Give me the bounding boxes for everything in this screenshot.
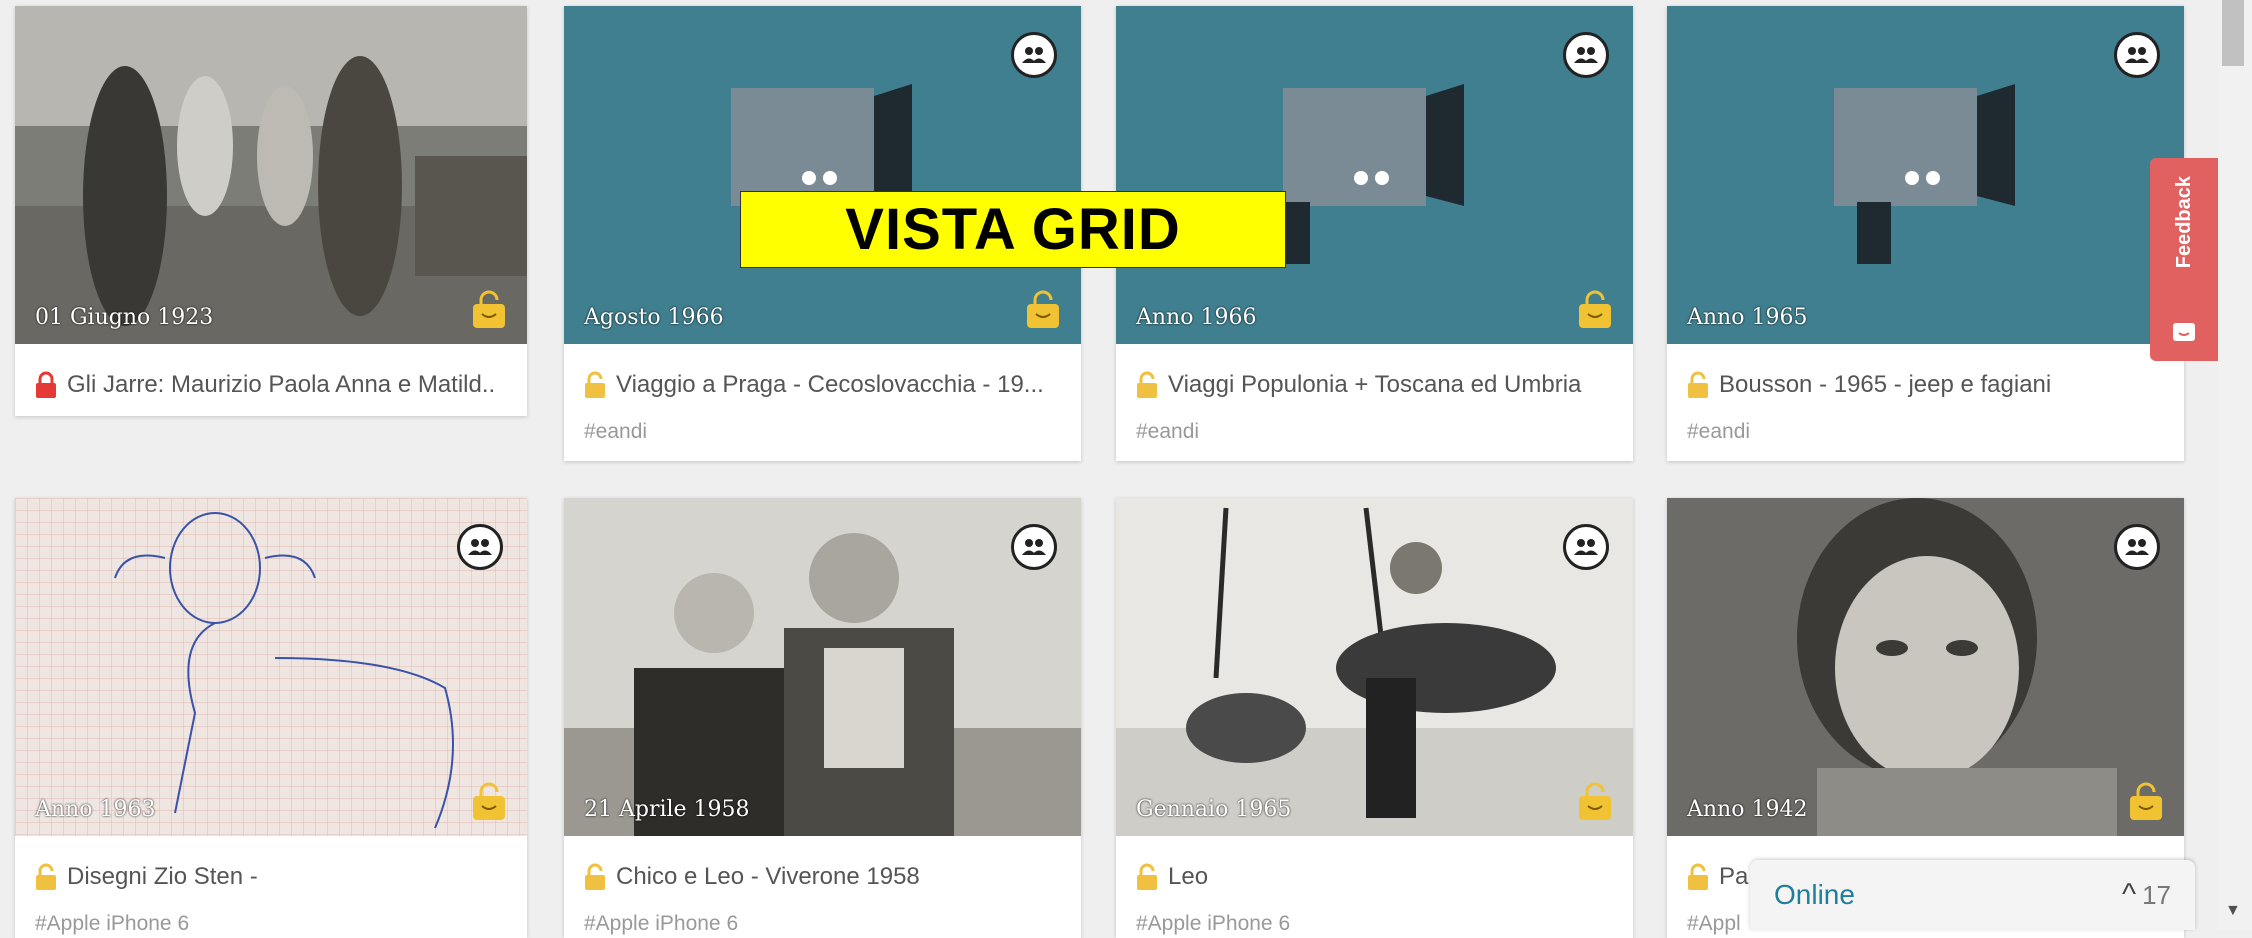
album-tag[interactable]: #eandi: [584, 420, 647, 444]
feedback-icon: [2173, 323, 2195, 341]
lock-open-icon: [1137, 863, 1157, 890]
lock-open-icon: [585, 371, 605, 398]
people-icon[interactable]: [2114, 32, 2160, 78]
album-date: Anno 1965: [1687, 305, 1808, 330]
lock-badge-icon: [2130, 782, 2162, 820]
chat-widget[interactable]: Online ^ 17: [1750, 860, 2195, 930]
album-title: Viaggio a Praga - Cecoslovacchia - 19...: [616, 371, 1044, 398]
album-card[interactable]: Gennaio 1965 Leo #Apple iPhone 6: [1116, 498, 1633, 938]
scroll-down-icon[interactable]: ▼: [2225, 902, 2241, 920]
album-date: Anno 1963: [35, 797, 156, 822]
video-placeholder-icon: [1834, 84, 2015, 264]
album-card[interactable]: 21 Aprile 1958 Chico e Leo - Viverone 19…: [564, 498, 1081, 938]
album-title: Gli Jarre: Maurizio Paola Anna e Matild.…: [67, 371, 496, 398]
people-icon[interactable]: [1011, 32, 1057, 78]
feedback-label: Feedback: [2172, 176, 2195, 269]
album-title-row[interactable]: Disegni Zio Sten -: [35, 862, 507, 892]
chat-expand-icon[interactable]: ^: [2122, 878, 2136, 912]
lock-badge-icon: [473, 782, 505, 820]
chat-status: Online: [1774, 879, 1855, 910]
album-title-row[interactable]: Chico e Leo - Viverone 1958: [584, 862, 1061, 892]
video-placeholder-icon: [731, 84, 912, 264]
people-icon[interactable]: [2114, 524, 2160, 570]
album-title: Viaggi Populonia + Toscana ed Umbria: [1168, 371, 1582, 398]
photo-image: [1116, 498, 1633, 836]
album-title-row[interactable]: Viaggio a Praga - Cecoslovacchia - 19...: [584, 370, 1061, 400]
lock-open-icon: [1688, 371, 1708, 398]
album-date: 21 Aprile 1958: [584, 797, 750, 822]
lock-open-icon: [585, 863, 605, 890]
album-thumbnail[interactable]: Anno 1965: [1667, 6, 2184, 344]
album-date: Agosto 1966: [584, 305, 724, 330]
album-thumbnail[interactable]: Anno 1966: [1116, 6, 1633, 344]
album-title: Chico e Leo - Viverone 1958: [616, 863, 920, 890]
people-icon[interactable]: [1563, 32, 1609, 78]
lock-badge-icon: [1579, 290, 1611, 328]
album-card[interactable]: Anno 1963 Disegni Zio Sten - #Apple iPho…: [15, 498, 527, 938]
people-icon[interactable]: [457, 524, 503, 570]
photo-image: [15, 6, 527, 344]
album-title-row[interactable]: Bousson - 1965 - jeep e fagiani: [1687, 370, 2164, 400]
video-placeholder-icon: [1276, 84, 1464, 264]
album-tag[interactable]: #Appl: [1687, 912, 1741, 936]
album-title: Bousson - 1965 - jeep e fagiani: [1719, 371, 2052, 398]
album-card[interactable]: Anno 1965 Bousson - 1965 - jeep e fagian…: [1667, 6, 2184, 461]
album-title-row[interactable]: Leo: [1136, 862, 1613, 892]
vista-grid-label: VISTA GRID: [740, 191, 1286, 268]
lock-badge-icon: [1027, 290, 1059, 328]
people-icon[interactable]: [1563, 524, 1609, 570]
album-thumbnail[interactable]: Anno 1963: [15, 498, 527, 836]
album-title-row[interactable]: Viaggi Populonia + Toscana ed Umbria: [1136, 370, 1613, 400]
feedback-tab[interactable]: Feedback: [2150, 158, 2218, 361]
album-date: Anno 1942: [1687, 797, 1808, 822]
drawing-image: [15, 498, 527, 836]
album-date: Gennaio 1965: [1136, 797, 1292, 822]
album-tag[interactable]: #Apple iPhone 6: [1136, 912, 1290, 936]
people-icon[interactable]: [1011, 524, 1057, 570]
lock-badge-icon: [1579, 782, 1611, 820]
album-tag[interactable]: #eandi: [1136, 420, 1199, 444]
album-title-row[interactable]: Gli Jarre: Maurizio Paola Anna e Matild.…: [35, 370, 507, 400]
album-thumbnail[interactable]: 21 Aprile 1958: [564, 498, 1081, 836]
album-thumbnail[interactable]: Agosto 1966: [564, 6, 1081, 344]
album-thumbnail[interactable]: Anno 1942: [1667, 498, 2184, 836]
album-tag[interactable]: #Apple iPhone 6: [35, 912, 189, 936]
album-title: Pa: [1719, 863, 1749, 890]
album-title: Disegni Zio Sten -: [67, 863, 258, 890]
page-scrollbar[interactable]: ▼: [2218, 0, 2252, 930]
album-title: Leo: [1168, 863, 1209, 890]
photo-image: [1667, 498, 2184, 836]
album-tag[interactable]: #Apple iPhone 6: [584, 912, 738, 936]
album-card[interactable]: 01 Giugno 1923 Gli Jarre: Maurizio Paola…: [15, 6, 527, 416]
album-date: 01 Giugno 1923: [35, 305, 214, 330]
lock-open-icon: [36, 863, 56, 890]
photo-image: [564, 498, 1081, 836]
album-thumbnail[interactable]: 01 Giugno 1923: [15, 6, 527, 344]
chat-count: 17: [2142, 879, 2171, 910]
lock-closed-icon: [36, 371, 56, 398]
album-tag[interactable]: #eandi: [1687, 420, 1750, 444]
album-thumbnail[interactable]: Gennaio 1965: [1116, 498, 1633, 836]
lock-badge-icon: [473, 290, 505, 328]
scroll-thumb[interactable]: [2222, 0, 2244, 66]
album-date: Anno 1966: [1136, 305, 1257, 330]
lock-open-icon: [1137, 371, 1157, 398]
lock-open-icon: [1688, 863, 1708, 890]
